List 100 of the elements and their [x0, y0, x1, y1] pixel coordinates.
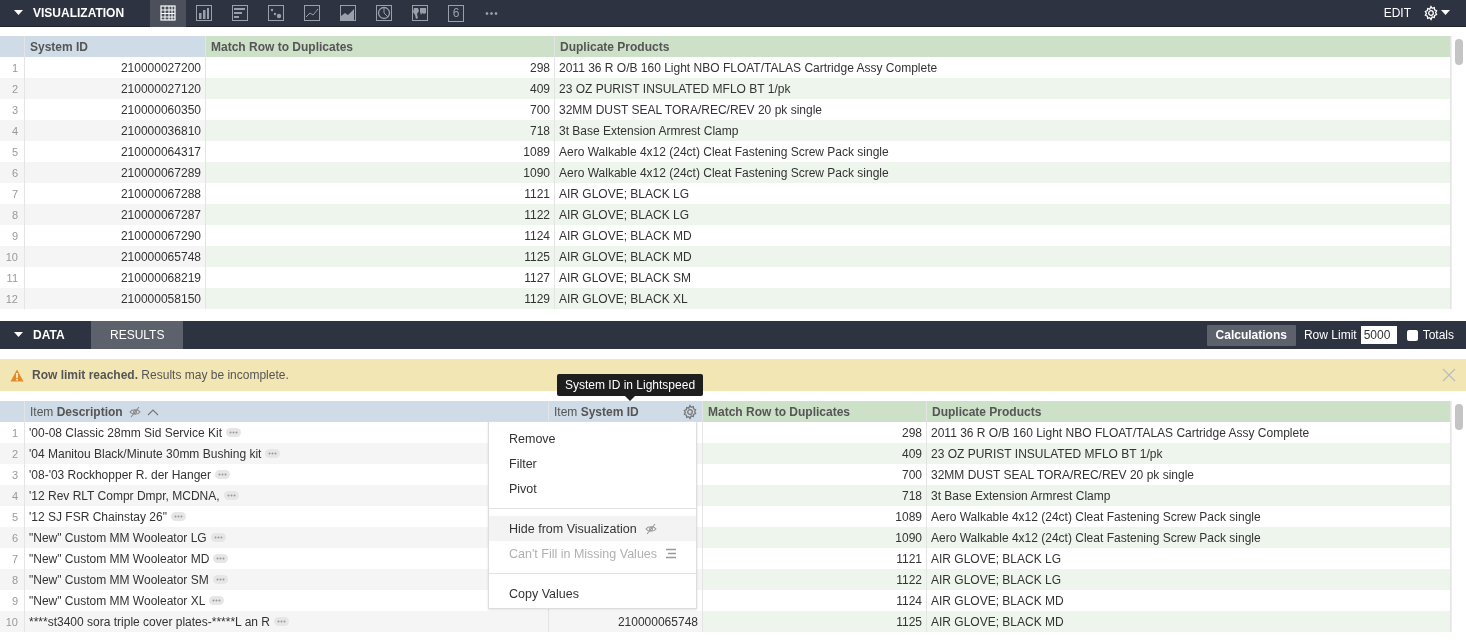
- column-chart-icon[interactable]: [195, 4, 213, 22]
- collapse-caret-icon[interactable]: [14, 332, 23, 338]
- table-cell: 3t Base Extension Armrest Clamp: [555, 120, 1451, 141]
- sort-caret-icon[interactable]: [146, 407, 159, 416]
- table-cell: 210000027120: [25, 78, 206, 99]
- row-number: 10: [0, 611, 25, 632]
- row-limit-field[interactable]: 5000: [1360, 326, 1397, 344]
- table-cell: 718: [703, 485, 927, 506]
- map-chart-icon[interactable]: [411, 4, 429, 22]
- table-cell: AIR GLOVE; BLACK XL: [555, 288, 1451, 309]
- calculations-button[interactable]: Calculations: [1206, 324, 1296, 346]
- row-number: 4: [0, 485, 25, 506]
- table-cell: "New" Custom MM Wooleator SM: [29, 572, 209, 587]
- caret-icon: [1441, 10, 1450, 16]
- single-value-tab[interactable]: 6: [448, 4, 464, 22]
- row-number: 4: [0, 120, 25, 141]
- table-cell: 409: [703, 443, 927, 464]
- menu-item[interactable]: Pivot: [489, 476, 696, 501]
- settings-icon[interactable]: [682, 403, 698, 420]
- table-cell: 210000036810: [25, 120, 206, 141]
- table-cell: 1090: [703, 527, 927, 548]
- table-cell: 210000065748: [549, 611, 703, 632]
- table-cell: '12 Rev RLT Compr Dmpr, MCDNA,: [29, 488, 220, 503]
- more-icon[interactable]: [212, 575, 228, 584]
- more-icon[interactable]: [213, 554, 229, 563]
- table-cell: 210000058150: [25, 288, 206, 309]
- menu-item[interactable]: Copy Values: [489, 581, 696, 606]
- pie-chart-icon[interactable]: [375, 4, 393, 22]
- table-cell: 718: [206, 120, 555, 141]
- totals-label: Totals: [1422, 328, 1454, 342]
- table-cell: 1122: [206, 204, 555, 225]
- selected-tab[interactable]: [150, 0, 186, 27]
- warning-icon: [10, 368, 24, 382]
- table-cell: 210000065748: [25, 246, 206, 267]
- table-cell: 210000067287: [25, 204, 206, 225]
- tooltip: System ID in Lightspeed: [557, 374, 704, 401]
- column-header[interactable]: Match Row to Duplicates: [206, 36, 555, 57]
- column-header[interactable]: Duplicate Products: [927, 401, 1451, 422]
- more-icon[interactable]: [210, 533, 226, 542]
- table-cell: AIR GLOVE; BLACK LG: [555, 204, 1451, 225]
- more-icon[interactable]: [226, 428, 242, 437]
- table-cell: 1129: [206, 288, 555, 309]
- settings-menu-button[interactable]: [1423, 5, 1450, 21]
- table-cell: '12 SJ FSR Chainstay 26": [29, 509, 167, 524]
- edit-button[interactable]: EDIT: [1383, 6, 1411, 20]
- table-cell: "New" Custom MM Wooleator XL: [29, 593, 206, 608]
- more-icon[interactable]: [170, 512, 186, 521]
- table-cell: 1125: [703, 611, 927, 632]
- more-icon[interactable]: [265, 449, 281, 458]
- table-cell: 409: [206, 78, 555, 99]
- area-chart-icon[interactable]: [339, 4, 357, 22]
- warning-message: Row limit reached. Results may be incomplete.: [32, 368, 289, 382]
- table-cell: AIR GLOVE; BLACK MD: [555, 246, 1451, 267]
- table-cell: 23 OZ PURIST INSULATED MFLO BT 1/pk: [555, 78, 1451, 99]
- table-cell: Aero Walkable 4x12 (24ct) Cleat Fastening Screw Pack single: [555, 162, 1451, 183]
- row-number-header: [0, 36, 25, 57]
- scatter-chart-icon[interactable]: [267, 4, 285, 22]
- column-header[interactable]: System ID: [25, 36, 206, 57]
- table-cell: AIR GLOVE; BLACK MD: [927, 611, 1451, 632]
- row-number-header: [0, 401, 25, 422]
- table-cell: Aero Walkable 4x12 (24ct) Cleat Fastening Screw Pack single: [927, 527, 1451, 548]
- more-icon[interactable]: [274, 617, 290, 626]
- row-limit-label: Row Limit: [1303, 328, 1357, 342]
- panel-title: DATA: [33, 328, 65, 342]
- eye-slash-icon: [644, 522, 657, 535]
- column-header[interactable]: Match Row to Duplicates: [703, 401, 927, 422]
- column-header[interactable]: Item Description: [25, 401, 549, 422]
- table-cell: 210000067289: [25, 162, 206, 183]
- panel-title: VISUALIZATION: [33, 6, 125, 20]
- table-cell: ****st3400 sora triple cover plates-*****L an R: [29, 614, 271, 629]
- more-icon[interactable]: [209, 596, 225, 605]
- lines-icon: [665, 548, 678, 559]
- menu-item[interactable]: Remove: [489, 426, 696, 451]
- results-tab[interactable]: RESULTS: [91, 321, 184, 349]
- table-cell: 23 OZ PURIST INSULATED MFLO BT 1/pk: [927, 443, 1451, 464]
- row-number: 6: [0, 527, 25, 548]
- table-cell: '00-08 Classic 28mm Sid Service Kit: [29, 425, 223, 440]
- totals-checkbox[interactable]: [1406, 329, 1418, 341]
- table-icon: [159, 4, 177, 22]
- table-cell: 1122: [703, 569, 927, 590]
- row-number: 6: [0, 162, 25, 183]
- row-number: 2: [0, 443, 25, 464]
- line-chart-icon[interactable]: [303, 4, 321, 22]
- table-cell: '08-'03 Rockhopper R. der Hanger: [29, 467, 211, 482]
- table-cell: "New" Custom MM Wooleator LG: [29, 530, 207, 545]
- column-header[interactable]: Duplicate Products: [555, 36, 1451, 57]
- table-cell: 1125: [206, 246, 555, 267]
- collapse-caret-icon[interactable]: [14, 10, 23, 16]
- more-icon[interactable]: [223, 491, 239, 500]
- table-cell: 3t Base Extension Armrest Clamp: [927, 485, 1451, 506]
- menu-item[interactable]: Filter: [489, 451, 696, 476]
- row-number: 2: [0, 78, 25, 99]
- more-options-button[interactable]: •••: [485, 7, 499, 19]
- row-number: 12: [0, 288, 25, 309]
- more-icon[interactable]: [215, 470, 230, 479]
- menu-item[interactable]: Hide from Visualization: [489, 516, 696, 541]
- bar-chart-icon[interactable]: [231, 4, 249, 22]
- menu-item: Can't Fill in Missing Values: [489, 541, 696, 566]
- row-number: 8: [0, 569, 25, 590]
- column-header[interactable]: Item System ID: [549, 401, 703, 422]
